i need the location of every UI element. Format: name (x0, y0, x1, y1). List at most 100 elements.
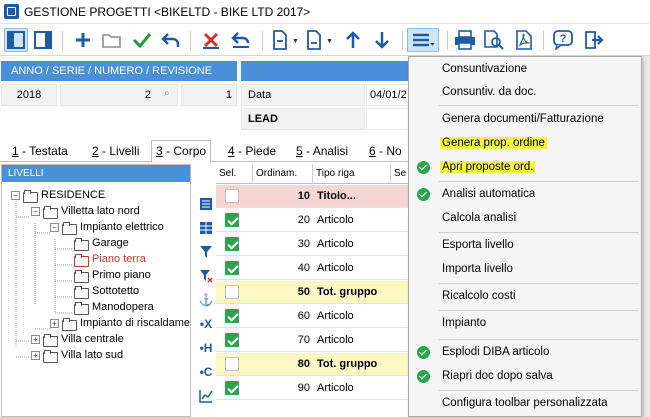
pdf-icon[interactable] (512, 28, 536, 52)
menu-item-label: Consuntivazione (442, 63, 528, 75)
menu-item[interactable]: Ricalcolo costi (409, 286, 641, 308)
menu-item-label: Impianto (442, 317, 487, 329)
table-view-icon[interactable] (196, 218, 216, 238)
tab-corpo[interactable]: 3 - Corpo (151, 140, 212, 163)
menu-item[interactable]: Importa livello (409, 259, 641, 281)
list-view-icon[interactable] (196, 194, 216, 214)
arrow-down-icon[interactable] (370, 28, 394, 52)
filter-icon[interactable] (196, 242, 216, 262)
menu-item[interactable]: Esporta livello (409, 235, 641, 257)
menu-item[interactable]: Genera prop. ordine (409, 133, 641, 155)
lead-field[interactable] (366, 108, 412, 130)
add-icon[interactable] (71, 28, 95, 52)
print-preview-icon[interactable] (482, 28, 506, 52)
tab-note[interactable]: 6 - No (365, 143, 406, 162)
table-row[interactable]: 50 Tot. gruppo (216, 281, 410, 304)
expand-x-icon[interactable]: •X (196, 314, 216, 334)
tree-node[interactable]: − Villetta lato nord (31, 203, 140, 219)
select-checkbox[interactable] (225, 333, 239, 347)
table-row[interactable]: 20 Articolo (216, 209, 410, 232)
search-icon[interactable]: ⌕ (164, 88, 170, 99)
arrow-up-icon[interactable] (341, 28, 365, 52)
panel-left-icon[interactable] (4, 28, 28, 52)
expand-c-icon[interactable]: •C (196, 362, 216, 382)
tree-node[interactable]: Garage (74, 235, 129, 251)
tab-livelli[interactable]: 2 - Livelli (88, 143, 143, 162)
number-field[interactable]: 2 (60, 84, 178, 106)
expand-h-icon[interactable]: •H (196, 338, 216, 358)
order-cell: 80 (297, 358, 310, 370)
document-icon[interactable] (302, 28, 326, 52)
chart-icon[interactable] (196, 386, 216, 406)
tree-node-selected[interactable]: Piano terra (74, 251, 146, 267)
tree-node[interactable]: + Villa centrale (31, 331, 124, 347)
menu-item-label: Importa livello (442, 263, 513, 275)
tree-node[interactable]: Primo piano (74, 267, 151, 283)
select-checkbox[interactable] (225, 237, 239, 251)
date-field[interactable]: 04/01/2 (366, 84, 412, 106)
year-field[interactable]: 2018 (1, 84, 57, 106)
anchor-icon[interactable]: ⚓ (196, 290, 216, 310)
select-checkbox[interactable] (225, 381, 239, 395)
revision-field[interactable]: 1 (181, 84, 237, 106)
table-row[interactable]: 80 Tot. gruppo (216, 353, 410, 376)
table-row[interactable]: 70 Articolo (216, 329, 410, 352)
tree-node[interactable]: + Villa lato sud (31, 347, 123, 363)
table-row[interactable]: 30 Articolo (216, 233, 410, 256)
menu-item[interactable]: Calcola analisi (409, 208, 641, 230)
menu-item[interactable]: Impianto (409, 313, 641, 335)
column-header[interactable]: Tipo riga (313, 164, 391, 184)
tab-piede[interactable]: 4 - Piede (224, 143, 280, 162)
select-checkbox[interactable] (225, 357, 239, 371)
grid-header: Sel. Ordinam. Tipo riga Se (216, 164, 410, 184)
menu-icon[interactable] (407, 28, 439, 52)
select-checkbox[interactable] (225, 261, 239, 275)
menu-item[interactable]: Esplodi DIBA articolo (409, 342, 641, 364)
open-folder-icon[interactable] (100, 28, 124, 52)
column-header[interactable]: Ordinam. (253, 164, 313, 184)
tree-node[interactable]: − Impianto elettrico (50, 219, 164, 235)
tree-node[interactable]: Manodopera (74, 299, 154, 315)
folder-icon (74, 237, 89, 251)
table-row[interactable]: 90 Articolo (216, 377, 410, 400)
row-type-cell: Articolo (317, 238, 354, 250)
new-document-icon[interactable] (268, 28, 292, 52)
undo-icon[interactable] (159, 28, 183, 52)
menu-item[interactable]: Genera documenti/Fatturazione (409, 109, 641, 131)
menu-item[interactable]: Riapri doc dopo salva (409, 366, 641, 388)
folder-icon (43, 349, 58, 363)
help-icon[interactable]: ? (551, 28, 575, 52)
folder-icon (43, 333, 58, 347)
table-row[interactable]: 40 Articolo (216, 257, 410, 280)
menu-item[interactable]: Analisi automatica (409, 184, 641, 206)
print-icon[interactable] (453, 28, 477, 52)
select-checkbox[interactable] (225, 189, 239, 203)
table-row[interactable]: 60 Articolo (216, 305, 410, 328)
folder-icon (23, 189, 38, 203)
menu-item[interactable]: Consuntivazione (409, 59, 641, 81)
tree-node[interactable]: + Impianto di riscaldame (50, 315, 190, 331)
confirm-check-icon[interactable] (130, 28, 154, 52)
panel-icon[interactable] (31, 28, 55, 52)
tab-analisi[interactable]: 5 - Analisi (292, 143, 352, 162)
select-checkbox[interactable] (225, 285, 239, 299)
tree-node[interactable]: − RESIDENCE (11, 187, 105, 203)
menu-item[interactable]: Configura toolbar personalizzata (409, 393, 641, 415)
title-bar: GESTIONE PROGETTI <BIKELTD - BIKE LTD 20… (0, 0, 650, 24)
toolbar: ▼ ▼ ? (0, 25, 650, 56)
table-row[interactable]: 10 Titolo... (216, 185, 410, 208)
exit-icon[interactable] (582, 28, 606, 52)
menu-item[interactable]: Consuntiv. da doc. (409, 82, 641, 104)
tab-testata[interactable]: 1 - Testata (8, 143, 72, 162)
menu-item-label: Riapri doc dopo salva (442, 370, 553, 382)
menu-separator (439, 232, 639, 233)
tree-node[interactable]: Sottotetto (74, 283, 139, 299)
header-band-right (241, 61, 411, 81)
select-checkbox[interactable] (225, 309, 239, 323)
filter-remove-icon[interactable] (196, 266, 216, 286)
menu-item[interactable]: Apri proposte ord. (409, 157, 641, 179)
select-checkbox[interactable] (225, 213, 239, 227)
column-header[interactable]: Sel. (216, 164, 253, 184)
revert-icon[interactable] (229, 28, 253, 52)
delete-icon[interactable] (199, 28, 223, 52)
